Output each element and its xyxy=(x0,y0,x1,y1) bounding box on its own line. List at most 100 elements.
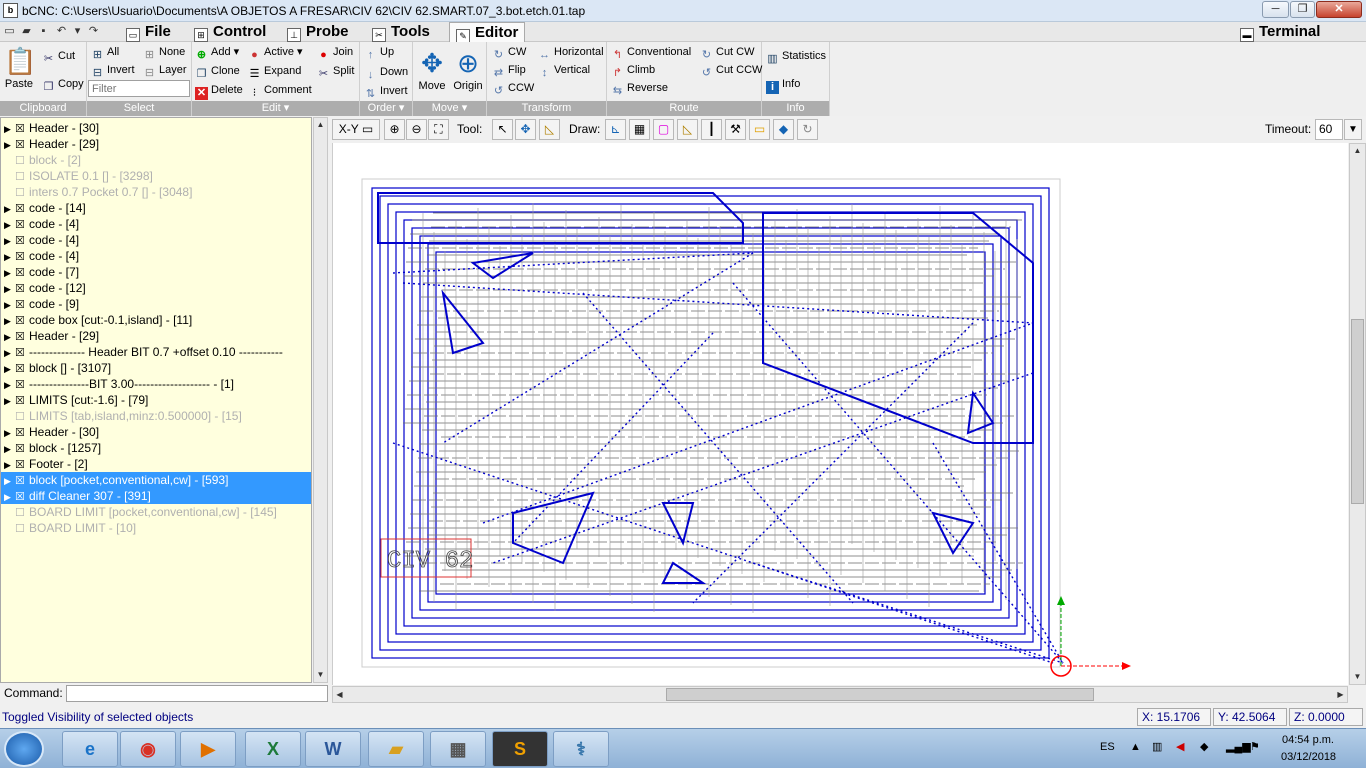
tree-row[interactable]: ▶ ☒ block [pocket,conventional,cw] - [593] xyxy=(1,472,311,488)
active-button[interactable]: ● Active ▾ xyxy=(248,45,302,61)
tree-row[interactable]: ▶ ☒ LIMITS [cut:-1.6] - [79] xyxy=(1,392,311,408)
tree-row[interactable]: ▶ ☒ code - [4] xyxy=(1,248,311,264)
visibility-checkbox-icon[interactable]: ☒ xyxy=(15,425,29,440)
reverse-button[interactable]: ⇆ Reverse xyxy=(611,81,668,97)
tree-row[interactable]: ▶ ☒ block - [1257] xyxy=(1,440,311,456)
excel-icon[interactable]: X xyxy=(245,731,301,767)
expand-arrow-icon[interactable]: ▶ xyxy=(1,233,15,248)
expand-arrow-icon[interactable]: ▶ xyxy=(1,361,15,376)
rapid-toggle-icon[interactable]: ⚒ xyxy=(725,119,746,140)
expand-arrow-icon[interactable]: ▶ xyxy=(1,281,15,296)
add-button[interactable]: ⊕ Add ▾ xyxy=(195,45,239,61)
paths-toggle-icon[interactable]: ▭ xyxy=(749,119,770,140)
gcode-canvas[interactable]: CIV 62 xyxy=(332,143,1348,685)
expand-arrow-icon[interactable]: ▶ xyxy=(1,345,15,360)
visibility-checkbox-icon[interactable]: ☐ xyxy=(15,521,29,536)
canvas-scroll-right-arrow[interactable]: ▶ xyxy=(1334,688,1347,702)
close-button[interactable]: ✕ xyxy=(1316,1,1362,18)
visibility-checkbox-icon[interactable]: ☒ xyxy=(15,329,29,344)
visibility-checkbox-icon[interactable]: ☒ xyxy=(15,249,29,264)
visibility-checkbox-icon[interactable]: ☒ xyxy=(15,281,29,296)
tree-row[interactable]: ☐ ISOLATE 0.1 [] - [3298] xyxy=(1,168,311,184)
tree-row[interactable]: ▶ ☒ -------------- Header BIT 0.7 +offset … xyxy=(1,344,311,360)
network-icon[interactable]: ▥ xyxy=(1152,740,1162,753)
expand-arrow-icon[interactable]: ▶ xyxy=(1,313,15,328)
tree-scrollbar[interactable]: ▲ ▼ xyxy=(313,117,328,683)
tree-row[interactable]: ▶ ☒ Header - [30] xyxy=(1,424,311,440)
climb-button[interactable]: ↱ Climb xyxy=(611,63,655,79)
select-none-button[interactable]: ⊞ None xyxy=(143,45,185,61)
statistics-button[interactable]: ▥ Statistics xyxy=(766,49,826,65)
tab-editor[interactable]: ✎ Editor xyxy=(449,22,526,43)
margins-toggle-icon[interactable]: ▢ xyxy=(653,119,674,140)
open-folder-icon[interactable]: ▰ xyxy=(19,24,34,39)
tree-row[interactable]: ☐ LIMITS [tab,island,minz:0.500000] - [15… xyxy=(1,408,311,424)
visibility-checkbox-icon[interactable]: ☒ xyxy=(15,265,29,280)
tab-control[interactable]: ⊞ Control xyxy=(188,22,272,42)
expand-arrow-icon[interactable]: ▶ xyxy=(1,329,15,344)
zoom-out-icon[interactable]: ⊖ xyxy=(406,119,427,140)
split-button[interactable]: ✂ Split xyxy=(317,64,355,80)
maximize-button[interactable]: ❐ xyxy=(1290,1,1315,18)
python-icon[interactable]: ⚕ xyxy=(553,731,609,767)
axes-toggle-icon[interactable]: ⊾ xyxy=(605,119,626,140)
camera-toggle-icon[interactable]: ◆ xyxy=(773,119,794,140)
select-all-button[interactable]: ⊞ All xyxy=(91,45,119,61)
visibility-checkbox-icon[interactable]: ☒ xyxy=(15,233,29,248)
save-icon[interactable]: ▪ xyxy=(36,24,51,39)
expand-arrow-icon[interactable]: ▶ xyxy=(1,249,15,264)
expand-arrow-icon[interactable]: ▶ xyxy=(1,473,15,488)
undo-icon[interactable]: ↶ xyxy=(54,24,69,39)
expand-arrow-icon[interactable]: ▶ xyxy=(1,297,15,312)
expand-arrow-icon[interactable]: ▶ xyxy=(1,393,15,408)
scroll-up-arrow[interactable]: ▲ xyxy=(314,118,327,132)
order-invert-button[interactable]: ⇅ Invert xyxy=(364,84,408,100)
clone-button[interactable]: ❐ Clone xyxy=(195,64,240,80)
info-button[interactable]: i Info xyxy=(766,77,800,94)
comment-button[interactable]: ⁝ Comment xyxy=(248,83,312,99)
visibility-checkbox-icon[interactable]: ☒ xyxy=(15,393,29,408)
visibility-checkbox-icon[interactable]: ☐ xyxy=(15,153,29,168)
canvas-vscroll-thumb[interactable] xyxy=(1351,319,1364,504)
tree-row[interactable]: ▶ ☒ code - [4] xyxy=(1,216,311,232)
flip-button[interactable]: ⇄ Flip xyxy=(492,63,526,79)
paste-button[interactable]: 📋 Paste xyxy=(2,46,36,91)
order-up-button[interactable]: ↑ Up xyxy=(364,45,394,61)
select-invert-button[interactable]: ⊟ Invert xyxy=(91,63,135,79)
tree-row[interactable]: ▶ ☒ Footer - [2] xyxy=(1,456,311,472)
tree-row[interactable]: ▶ ☒ Header - [30] xyxy=(1,120,311,136)
order-down-button[interactable]: ↓ Down xyxy=(364,65,408,81)
cut-cw-button[interactable]: ↻ Cut CW xyxy=(700,45,755,61)
timeout-dropdown-icon[interactable]: ▼ xyxy=(1344,119,1362,140)
probe-toggle-icon[interactable]: ┃ xyxy=(701,119,722,140)
refresh-icon[interactable]: ↻ xyxy=(797,119,818,140)
tree-row[interactable]: ☐ BOARD LIMIT - [10] xyxy=(1,520,311,536)
canvas-scroll-down-arrow[interactable]: ▼ xyxy=(1351,670,1364,684)
gcode-tree[interactable]: ▶ ☒ Header - [30] ▶ ☒ Header - [29] ☐ block - [… xyxy=(0,117,312,683)
visibility-checkbox-icon[interactable]: ☒ xyxy=(15,201,29,216)
clock-time[interactable]: 04:54 p.m. xyxy=(1282,734,1334,746)
cut-ccw-button[interactable]: ↺ Cut CCW xyxy=(700,63,763,79)
visibility-checkbox-icon[interactable]: ☒ xyxy=(15,313,29,328)
visibility-checkbox-icon[interactable]: ☒ xyxy=(15,489,29,504)
language-indicator[interactable]: ES xyxy=(1100,741,1115,753)
media-player-icon[interactable]: ▶ xyxy=(180,731,236,767)
tree-row[interactable]: ▶ ☒ ---------------BIT 3.00---------------… xyxy=(1,376,311,392)
expand-arrow-icon[interactable]: ▶ xyxy=(1,217,15,232)
tree-row[interactable]: ▶ ☒ code box [cut:-0.1,island] - [11] xyxy=(1,312,311,328)
expand-arrow-icon[interactable]: ▶ xyxy=(1,489,15,504)
rotate-cw-button[interactable]: ↻ CW xyxy=(492,45,526,61)
action-center-icon[interactable]: ⚑ xyxy=(1250,740,1260,753)
visibility-checkbox-icon[interactable]: ☒ xyxy=(15,473,29,488)
move-button[interactable]: ✥ Move xyxy=(415,48,449,93)
expand-button[interactable]: ☰ Expand xyxy=(248,64,302,80)
visibility-checkbox-icon[interactable]: ☐ xyxy=(15,169,29,184)
calculator-icon[interactable]: ▦ xyxy=(430,731,486,767)
rotate-ccw-button[interactable]: ↺ CCW xyxy=(492,81,534,97)
expand-arrow-icon[interactable]: ▶ xyxy=(1,121,15,136)
tree-row[interactable]: ▶ ☒ Header - [29] xyxy=(1,328,311,344)
canvas-hscroll-thumb[interactable] xyxy=(666,688,1094,701)
select-layer-button[interactable]: ⊟ Layer xyxy=(143,63,187,79)
tab-tools[interactable]: ✂ Tools xyxy=(366,22,436,42)
tree-row[interactable]: ▶ ☒ diff Cleaner 307 - [391] xyxy=(1,488,311,504)
